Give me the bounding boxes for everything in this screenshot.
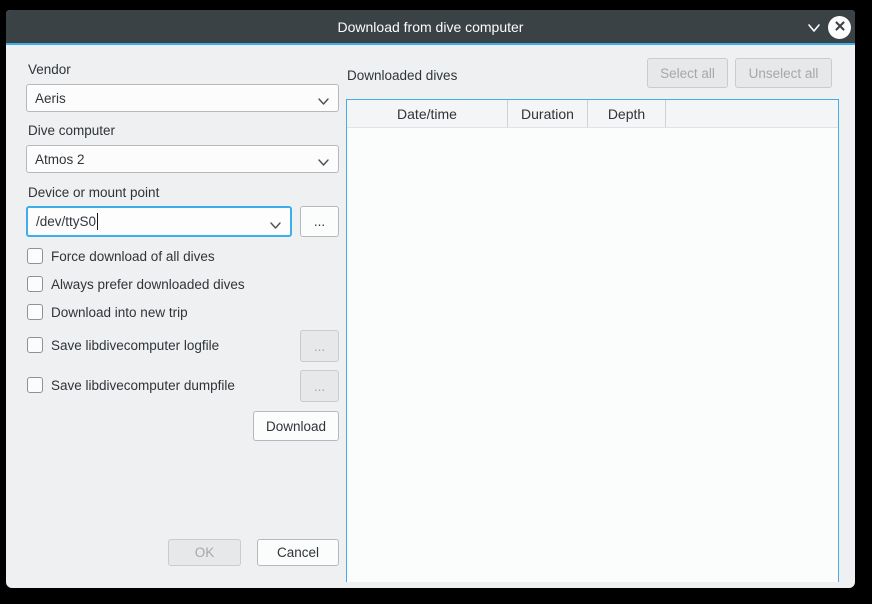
table-header-row: Date/time Duration Depth [347,100,838,128]
save-logfile-checkbox[interactable] [27,337,43,353]
prefer-downloaded-option[interactable]: Always prefer downloaded dives [27,276,245,292]
dive-computer-select[interactable]: Atmos 2 [26,145,339,173]
text-cursor [97,213,98,230]
checkbox-label: Save libdivecomputer dumpfile [51,378,235,393]
select-all-button[interactable]: Select all [647,58,728,88]
dive-computer-label: Dive computer [28,123,115,138]
save-logfile-option[interactable]: Save libdivecomputer logfile [27,337,219,353]
download-dialog-window: Download from dive computer Vendor Aeris… [6,10,855,588]
window-title: Download from dive computer [6,10,855,45]
ok-button[interactable]: OK [168,539,241,566]
save-dumpfile-checkbox[interactable] [27,377,43,393]
vendor-select[interactable]: Aeris [26,84,339,112]
column-header-duration[interactable]: Duration [508,100,588,127]
dive-computer-value: Atmos 2 [35,152,85,167]
checkbox-label: Download into new trip [51,305,188,320]
logfile-browse-button[interactable]: ... [300,330,339,362]
save-dumpfile-option[interactable]: Save libdivecomputer dumpfile [27,377,235,393]
titlebar[interactable]: Download from dive computer [6,10,855,45]
device-browse-button[interactable]: ... [300,206,339,237]
dumpfile-browse-button[interactable]: ... [300,370,339,402]
column-header-empty [666,100,838,127]
desktop-background: Download from dive computer Vendor Aeris… [0,0,872,604]
chevron-down-icon [317,155,330,170]
prefer-downloaded-checkbox[interactable] [27,276,43,292]
close-button[interactable] [828,16,851,39]
checkbox-label: Save libdivecomputer logfile [51,338,219,353]
column-header-datetime[interactable]: Date/time [347,100,508,127]
new-trip-checkbox[interactable] [27,304,43,320]
device-label: Device or mount point [28,185,159,200]
cancel-button[interactable]: Cancel [257,539,339,566]
column-header-depth[interactable]: Depth [588,100,666,127]
chevron-down-icon [806,22,822,37]
checkbox-label: Force download of all dives [51,249,215,264]
download-button[interactable]: Download [253,411,339,441]
vendor-value: Aeris [35,91,66,106]
chevron-down-icon [269,218,282,233]
shade-button[interactable] [802,19,826,39]
table-body-empty [347,128,838,582]
new-trip-option[interactable]: Download into new trip [27,304,188,320]
chevron-down-icon [317,94,330,109]
device-input[interactable]: /dev/ttyS0 [26,206,292,237]
vendor-label: Vendor [28,62,71,77]
unselect-all-button[interactable]: Unselect all [735,58,832,88]
force-download-option[interactable]: Force download of all dives [27,248,215,264]
downloaded-dives-heading: Downloaded dives [347,68,457,83]
force-download-checkbox[interactable] [27,248,43,264]
device-value: /dev/ttyS0 [36,214,96,229]
checkbox-label: Always prefer downloaded dives [51,277,245,292]
downloaded-dives-table[interactable]: Date/time Duration Depth [346,99,839,582]
close-icon [834,20,846,35]
